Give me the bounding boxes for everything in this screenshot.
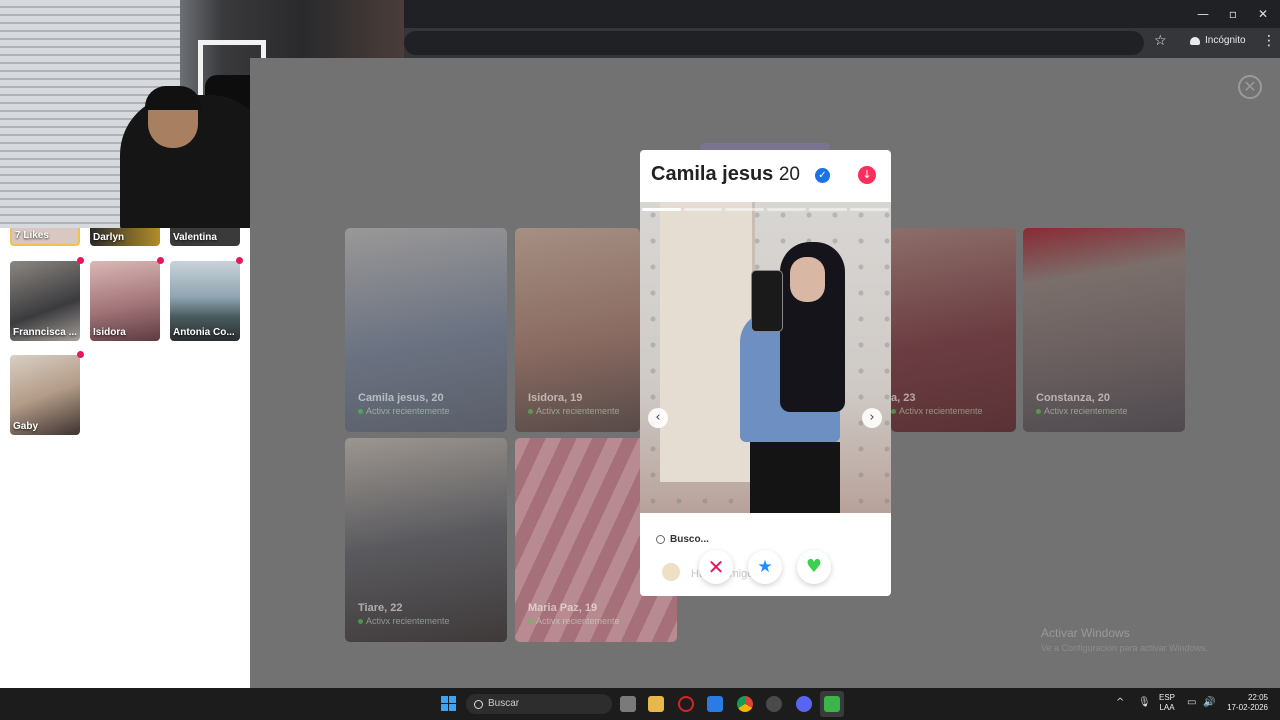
activate-windows-subtitle: Ve a Configuración para activar Windows. (1041, 643, 1209, 653)
card-status: Activx recientemente (1036, 406, 1128, 416)
photo-progress-segment (642, 208, 681, 211)
green-app-icon[interactable] (824, 696, 840, 712)
incognito-indicator[interactable]: Incógnito (1190, 35, 1246, 46)
photo-progress-segment (808, 208, 848, 211)
match-tile[interactable]: Gaby (10, 355, 80, 435)
activate-windows-title: Activar Windows (1041, 626, 1130, 640)
discord-icon[interactable] (796, 696, 812, 712)
super-like-button[interactable]: ★ (748, 550, 782, 584)
clock-date: 17-02-2026 (1227, 703, 1268, 712)
card-name: Maria Paz, 19 (528, 602, 598, 614)
file-explorer-icon[interactable] (648, 696, 664, 712)
profile-modal: Camila jesus 20 ✓ ↓ ‹ › Busco... Hacer a… (640, 150, 891, 596)
minimize-button[interactable]: — (1188, 4, 1218, 24)
address-bar[interactable] (404, 31, 1144, 55)
incognito-icon (1190, 36, 1200, 45)
bookmark-star-icon[interactable]: ☆ (1154, 33, 1167, 49)
microphone-icon[interactable]: 🎙 (1138, 697, 1151, 708)
store-icon[interactable] (707, 696, 723, 712)
card-name: Constanza, 20 (1036, 392, 1110, 404)
search-icon (656, 535, 665, 544)
like-button[interactable]: ♥ (797, 550, 831, 584)
restore-button[interactable]: ▫ (1218, 4, 1248, 24)
photo-progress-bar (642, 208, 890, 211)
windows-start-icon[interactable] (441, 696, 456, 711)
card-status: Activx recientemente (358, 616, 450, 626)
match-name: Isidora (93, 327, 126, 338)
looking-for-label: Busco... (670, 534, 709, 545)
browser-menu-icon[interactable]: ⋮ (1262, 33, 1276, 49)
settings-icon[interactable] (766, 696, 782, 712)
match-name: Darlyn (93, 232, 125, 243)
previous-photo-icon[interactable]: ‹ (648, 408, 668, 428)
new-match-dot (77, 257, 84, 264)
keyboard-layout: LAA (1159, 703, 1175, 712)
background-profile-card: Constanza, 20 Activx recientemente (1023, 228, 1185, 432)
network-icon[interactable]: ▭ (1187, 697, 1196, 708)
photo-progress-segment (850, 208, 890, 211)
chevron-up-icon[interactable]: ^ (1116, 697, 1124, 708)
photo-progress-segment (683, 208, 723, 211)
collapse-profile-icon[interactable]: ↓ (858, 166, 876, 184)
language-indicator[interactable]: ESP LAA (1159, 693, 1175, 713)
verified-badge-icon: ✓ (815, 168, 830, 183)
background-profile-card: Camila jesus, 20 Activx recientemente (345, 228, 507, 432)
match-tile[interactable]: Franncisca ... (10, 261, 80, 341)
profile-age: 20 (778, 164, 800, 185)
profile-title: Camila jesus 20 (651, 163, 800, 186)
phone (751, 270, 783, 332)
person-face (790, 257, 825, 302)
background-profile-card: Tiare, 22 Activx recientemente (345, 438, 507, 642)
system-clock[interactable]: 22:05 17-02-2026 (1222, 693, 1268, 713)
close-overlay-icon[interactable]: ✕ (1238, 75, 1262, 99)
task-view-icon[interactable] (620, 696, 636, 712)
taskbar-search[interactable]: Buscar (466, 694, 612, 714)
photo-progress-segment (767, 208, 806, 211)
card-status: Activx recientemente (528, 406, 620, 416)
photo-progress-segment (725, 208, 765, 211)
streamer-cap (145, 86, 201, 110)
chrome-icon[interactable] (737, 696, 753, 712)
clock-time: 22:05 (1247, 693, 1268, 702)
looking-for-section: Busco... (656, 534, 709, 545)
profile-photo[interactable]: ‹ › (640, 202, 891, 513)
friends-emoji-icon (662, 563, 680, 581)
next-photo-icon[interactable]: › (862, 408, 882, 428)
new-match-dot (236, 257, 243, 264)
new-match-dot (157, 257, 164, 264)
incognito-label: Incógnito (1205, 35, 1246, 46)
person-pants (750, 442, 840, 513)
windows-taskbar (0, 688, 1280, 720)
profile-header: Camila jesus 20 ✓ ↓ (640, 150, 891, 202)
card-status: Activx recientemente (891, 406, 983, 416)
close-window-button[interactable]: ✕ (1248, 4, 1278, 24)
background-profile-card: a, 23 Activx recientemente (891, 228, 1016, 432)
opera-icon[interactable] (678, 696, 694, 712)
new-match-dot (77, 351, 84, 358)
card-status: Activx recientemente (358, 406, 450, 416)
match-tile[interactable]: Isidora (90, 261, 160, 341)
match-name: Antonia Co... (173, 327, 235, 338)
likes-label: 7 Likes (15, 230, 49, 241)
background-profile-card: Isidora, 19 Activx recientemente (515, 228, 640, 432)
card-status: Activx recientemente (528, 616, 620, 626)
match-tile[interactable]: Antonia Co... (170, 261, 240, 341)
nope-button[interactable]: ✕ (699, 550, 733, 584)
match-name: Gaby (13, 421, 39, 432)
language-code: ESP (1159, 693, 1176, 702)
card-name: Isidora, 19 (528, 392, 583, 404)
card-name: Tiare, 22 (358, 602, 403, 614)
volume-icon[interactable]: 🔊 (1203, 697, 1215, 708)
match-name: Franncisca ... (13, 327, 77, 338)
card-name: Camila jesus, 20 (358, 392, 444, 404)
card-name: a, 23 (891, 392, 916, 404)
profile-name: Camila jesus (651, 163, 774, 185)
match-name: Valentina (173, 232, 217, 243)
